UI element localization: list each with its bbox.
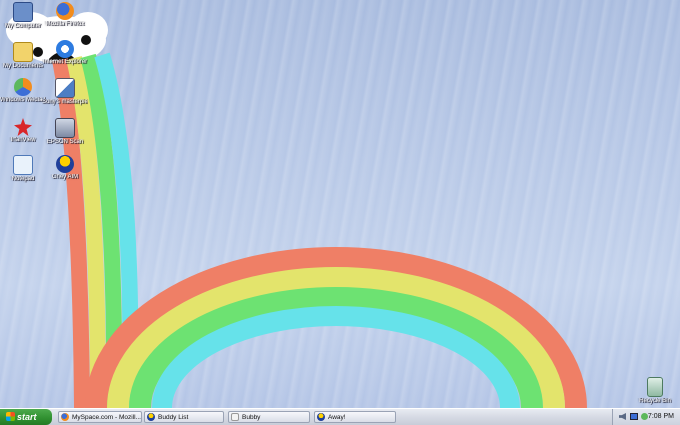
irfanview-icon (14, 118, 32, 136)
desktop-icon-irfanview[interactable]: IrfanView (0, 118, 46, 144)
taskbar-item-away[interactable]: Away! (314, 411, 396, 423)
taskbar-item-label: Buddy List (158, 414, 189, 421)
my-computer-icon (13, 2, 33, 22)
icon-label: Recycle Bin (639, 398, 671, 404)
firefox-icon (56, 2, 74, 20)
taskbar-item-label: MySpace.com - Mozill... (72, 414, 141, 421)
desktop-icon-internet-explorer[interactable]: Internet Explorer (42, 40, 88, 66)
system-tray: 7:08 PM (612, 409, 680, 425)
taskbar-item-buddy-list[interactable]: Buddy List (144, 411, 224, 423)
desktop-icon-my-computer[interactable]: My Computer (0, 2, 46, 30)
windows-logo-icon (6, 412, 15, 421)
icon-label: Sony's masterpiece (42, 99, 88, 105)
icon-label: Internet Explorer (42, 59, 88, 65)
volume-icon[interactable] (619, 413, 626, 420)
taskbar-item-label: Away! (328, 414, 346, 421)
desktop-icon-media-player[interactable]: Windows Media Player (0, 78, 46, 104)
desktop: My Computer Mozilla Firefox My Documents… (0, 0, 680, 408)
taskbar: start MySpace.com - Mozill... Buddy List… (0, 408, 680, 425)
network-icon[interactable] (630, 413, 638, 420)
icon-label: Windows Media Player (0, 97, 46, 103)
desktop-icon-my-documents[interactable]: My Documents (0, 42, 46, 70)
scanner-icon (55, 118, 75, 138)
desktop-icon-firefox[interactable]: Mozilla Firefox (42, 2, 88, 28)
clock: 7:08 PM (647, 413, 674, 420)
media-player-icon (14, 78, 32, 96)
aim-icon (147, 413, 155, 421)
desktop-icon-notepad[interactable]: Notepad (0, 155, 46, 183)
rainbow-arc (85, 247, 587, 408)
taskbar-item-label: Bubby (242, 414, 261, 421)
icon-label: My Documents (2, 63, 43, 69)
start-button[interactable]: start (0, 409, 52, 425)
my-documents-icon (13, 42, 33, 62)
rainbow-wallpaper (6, 12, 587, 408)
icon-label: Notepad (11, 176, 35, 182)
desktop-icon-masterpiece[interactable]: Sony's masterpiece (42, 78, 88, 106)
desktop-icon-recycle-bin[interactable]: Recycle Bin (632, 377, 678, 405)
aim-icon (56, 155, 74, 173)
internet-explorer-icon (56, 40, 74, 58)
icon-label: EPSON Scan (46, 139, 84, 145)
taskbar-item-myspace[interactable]: MySpace.com - Mozill... (58, 411, 142, 423)
paint-icon (55, 78, 75, 98)
desktop-icon-epson-scan[interactable]: EPSON Scan (42, 118, 88, 146)
start-label: start (17, 412, 37, 422)
chat-icon (231, 413, 239, 421)
notepad-icon (13, 155, 33, 175)
icon-label: My Computer (4, 23, 41, 29)
firefox-icon (61, 413, 69, 421)
taskbar-item-bubby[interactable]: Bubby (228, 411, 310, 423)
icon-label: Mozilla Firefox (45, 21, 85, 27)
desktop-icon-aim[interactable]: Ghey AIM (42, 155, 88, 181)
icon-label: IrfanView (10, 137, 36, 143)
recycle-bin-icon (647, 377, 663, 397)
icon-label: Ghey AIM (51, 174, 79, 180)
aim-icon (317, 413, 325, 421)
